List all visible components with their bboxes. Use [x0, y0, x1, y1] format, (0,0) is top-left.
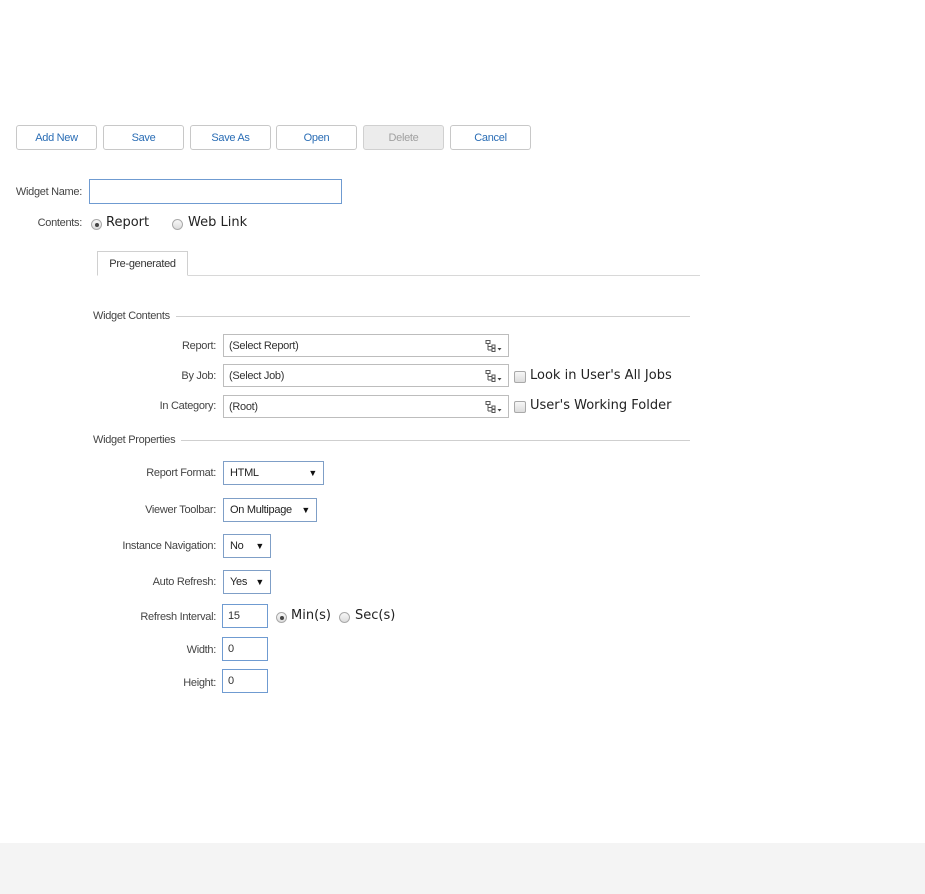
viewer-toolbar-select[interactable]: On Multipage ▼	[223, 498, 317, 522]
instance-navigation-value: No	[230, 540, 244, 552]
dropdown-arrow-icon: ▼	[301, 505, 310, 515]
add-new-button[interactable]: Add New	[16, 125, 97, 150]
viewer-toolbar-value: On Multipage	[230, 504, 292, 516]
dropdown-arrow-icon: ▼	[255, 541, 264, 551]
save-button[interactable]: Save	[103, 125, 184, 150]
in-category-tree-picker-icon[interactable]	[482, 398, 506, 416]
height-label: Height:	[183, 677, 216, 689]
refresh-unit-seconds-radio[interactable]	[339, 612, 350, 623]
instance-navigation-select[interactable]: No ▼	[223, 534, 271, 558]
dropdown-arrow-icon: ▼	[308, 468, 317, 478]
contents-report-label[interactable]: Report	[106, 215, 149, 230]
widget-properties-title: Widget Properties	[93, 434, 182, 446]
users-working-folder-checkbox[interactable]	[514, 401, 526, 413]
report-format-select[interactable]: HTML ▼	[223, 461, 324, 485]
widget-contents-divider	[97, 316, 690, 317]
auto-refresh-select[interactable]: Yes ▼	[223, 570, 271, 594]
look-in-all-jobs-checkbox[interactable]	[514, 371, 526, 383]
contents-label: Contents:	[37, 217, 83, 229]
widget-name-input[interactable]	[89, 179, 342, 204]
by-job-tree-picker-icon[interactable]	[482, 367, 506, 385]
widget-properties-divider	[97, 440, 690, 441]
auto-refresh-label: Auto Refresh:	[152, 576, 217, 588]
report-tree-picker-icon[interactable]	[482, 337, 506, 355]
users-working-folder-label[interactable]: User's Working Folder	[530, 398, 671, 413]
widget-contents-title: Widget Contents	[93, 310, 176, 322]
in-category-label: In Category:	[159, 400, 217, 412]
delete-button: Delete	[363, 125, 444, 150]
height-input[interactable]: 0	[222, 669, 268, 693]
viewer-toolbar-label: Viewer Toolbar:	[145, 504, 216, 516]
dropdown-arrow-icon: ▼	[255, 577, 264, 587]
refresh-interval-input[interactable]: 15	[222, 604, 268, 628]
contents-web-link-radio[interactable]	[172, 219, 183, 230]
width-input[interactable]: 0	[222, 637, 268, 661]
by-job-field[interactable]: (Select Job)	[223, 364, 509, 387]
report-format-value: HTML	[230, 467, 259, 479]
footer-bar	[0, 843, 925, 894]
report-field[interactable]: (Select Report)	[223, 334, 509, 357]
width-label: Width:	[186, 644, 217, 656]
refresh-unit-seconds-label[interactable]: Sec(s)	[355, 608, 395, 623]
contents-report-radio[interactable]	[91, 219, 102, 230]
save-as-button[interactable]: Save As	[190, 125, 271, 150]
report-format-label: Report Format:	[146, 467, 216, 479]
auto-refresh-value: Yes	[230, 576, 248, 588]
look-in-all-jobs-label[interactable]: Look in User's All Jobs	[530, 368, 672, 383]
contents-web-link-label[interactable]: Web Link	[188, 215, 247, 230]
refresh-unit-minutes-label[interactable]: Min(s)	[291, 608, 331, 623]
refresh-unit-minutes-radio[interactable]	[276, 612, 287, 623]
tab-pre-generated[interactable]: Pre-generated	[97, 251, 188, 276]
by-job-label: By Job:	[181, 370, 216, 382]
report-label: Report:	[182, 340, 216, 352]
refresh-interval-label: Refresh Interval:	[140, 611, 216, 623]
cancel-button[interactable]: Cancel	[450, 125, 531, 150]
open-button[interactable]: Open	[276, 125, 357, 150]
instance-navigation-label: Instance Navigation:	[122, 540, 216, 552]
widget-name-label: Widget Name:	[15, 186, 82, 198]
in-category-field[interactable]: (Root)	[223, 395, 509, 418]
